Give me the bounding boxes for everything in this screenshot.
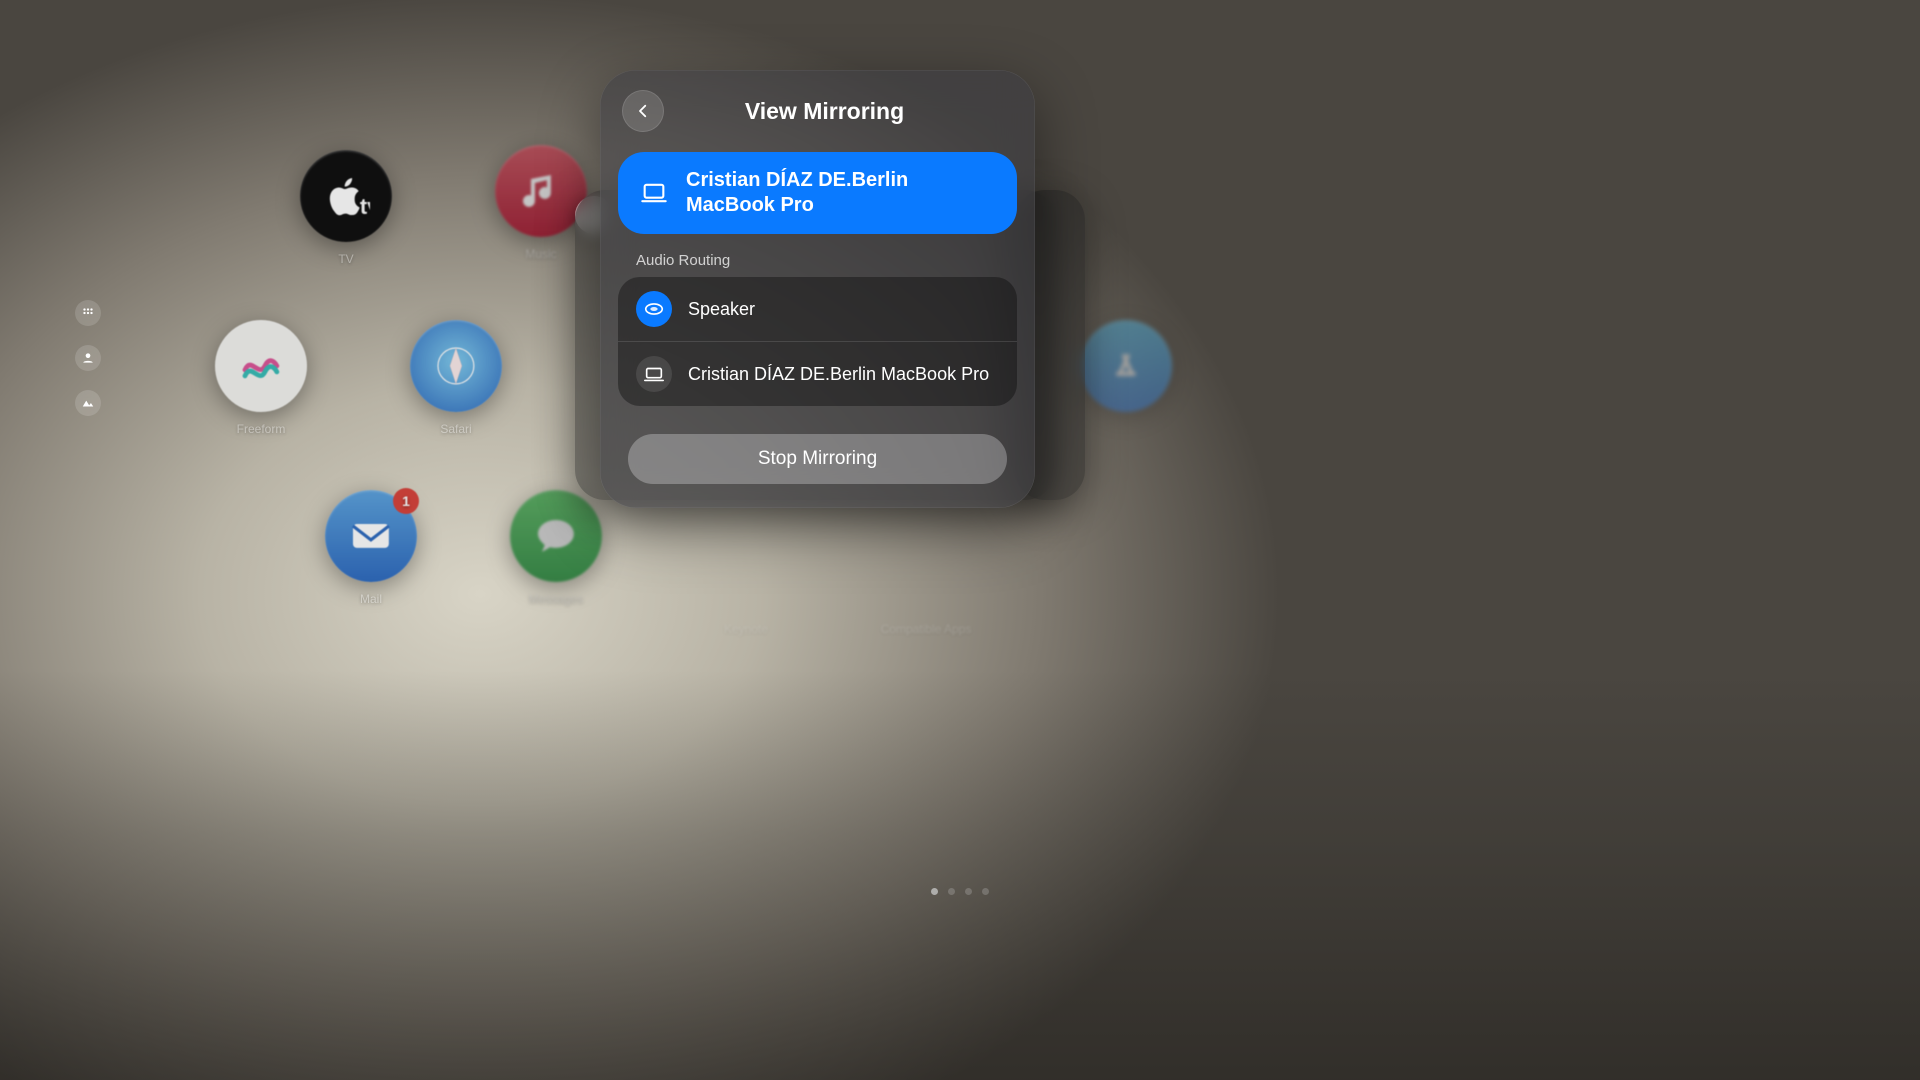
page-dot — [982, 888, 989, 895]
mirroring-target-label: Cristian DÍAZ DE.Berlin MacBook Pro — [686, 168, 997, 218]
svg-text:tv: tv — [360, 194, 370, 219]
sidebar-dot-people[interactable] — [75, 345, 101, 371]
app-icon-messages[interactable]: Messages — [510, 490, 602, 606]
panel-header: View Mirroring — [614, 84, 1021, 148]
app-label: Music — [525, 247, 556, 261]
mail-badge: 1 — [393, 488, 419, 514]
grid-icon — [81, 306, 95, 320]
app-label: TV — [338, 252, 353, 266]
back-button[interactable] — [622, 90, 664, 132]
audio-routing-list: Speaker Cristian DÍAZ DE.Berlin MacBook … — [618, 277, 1017, 406]
app-label: Safari — [440, 422, 471, 436]
compass-icon — [432, 342, 480, 390]
page-dot — [931, 888, 938, 895]
home-page-indicator[interactable] — [931, 888, 989, 895]
stop-mirroring-label: Stop Mirroring — [758, 448, 877, 469]
stop-mirroring-button[interactable]: Stop Mirroring — [628, 434, 1007, 484]
chevron-left-icon — [634, 102, 652, 120]
people-icon — [81, 351, 95, 365]
audio-option-macbook[interactable]: Cristian DÍAZ DE.Berlin MacBook Pro — [618, 341, 1017, 406]
envelope-icon — [347, 512, 395, 560]
app-icon-tv[interactable]: tv TV — [300, 150, 392, 266]
desk-gradient — [0, 670, 1920, 1080]
music-note-icon — [517, 167, 565, 215]
app-label: Freeform — [237, 422, 286, 436]
app-icon-mail[interactable]: 1 Mail — [325, 490, 417, 606]
app-label: Keynote — [724, 622, 768, 636]
laptop-icon — [636, 356, 672, 392]
sidebar-dot-environments[interactable] — [75, 390, 101, 416]
freeform-icon — [237, 342, 285, 390]
mirroring-target-row[interactable]: Cristian DÍAZ DE.Berlin MacBook Pro — [618, 152, 1017, 234]
audio-option-label: Speaker — [688, 298, 755, 321]
chat-bubble-icon — [532, 512, 580, 560]
panel-title: View Mirroring — [678, 98, 1013, 125]
apple-tv-icon: tv — [322, 172, 370, 220]
app-icon-freeform[interactable]: Freeform — [215, 320, 307, 436]
appstore-icon — [1102, 342, 1150, 390]
app-label: Messages — [529, 592, 584, 606]
audio-option-label: Cristian DÍAZ DE.Berlin MacBook Pro — [688, 363, 989, 386]
view-mirroring-panel: View Mirroring Cristian DÍAZ DE.Berlin M… — [600, 70, 1035, 508]
app-label: Compatible Apps — [881, 622, 972, 636]
page-dot — [948, 888, 955, 895]
app-icon-safari[interactable]: Safari — [410, 320, 502, 436]
app-icon-keynote[interactable]: Keynote — [700, 520, 792, 636]
app-icon-appstore[interactable]: App Store — [1080, 320, 1172, 436]
headset-icon — [636, 291, 672, 327]
mountain-icon — [81, 396, 95, 410]
page-dot — [965, 888, 972, 895]
app-icon-music[interactable]: Music — [495, 145, 587, 261]
sidebar-dot-apps[interactable] — [75, 300, 101, 326]
audio-option-speaker[interactable]: Speaker — [618, 277, 1017, 341]
audio-routing-section-label: Audio Routing — [614, 252, 1021, 277]
app-label: Mail — [360, 592, 382, 606]
laptop-icon — [638, 177, 670, 209]
app-icon-compatible[interactable]: Compatible Apps — [880, 520, 972, 636]
